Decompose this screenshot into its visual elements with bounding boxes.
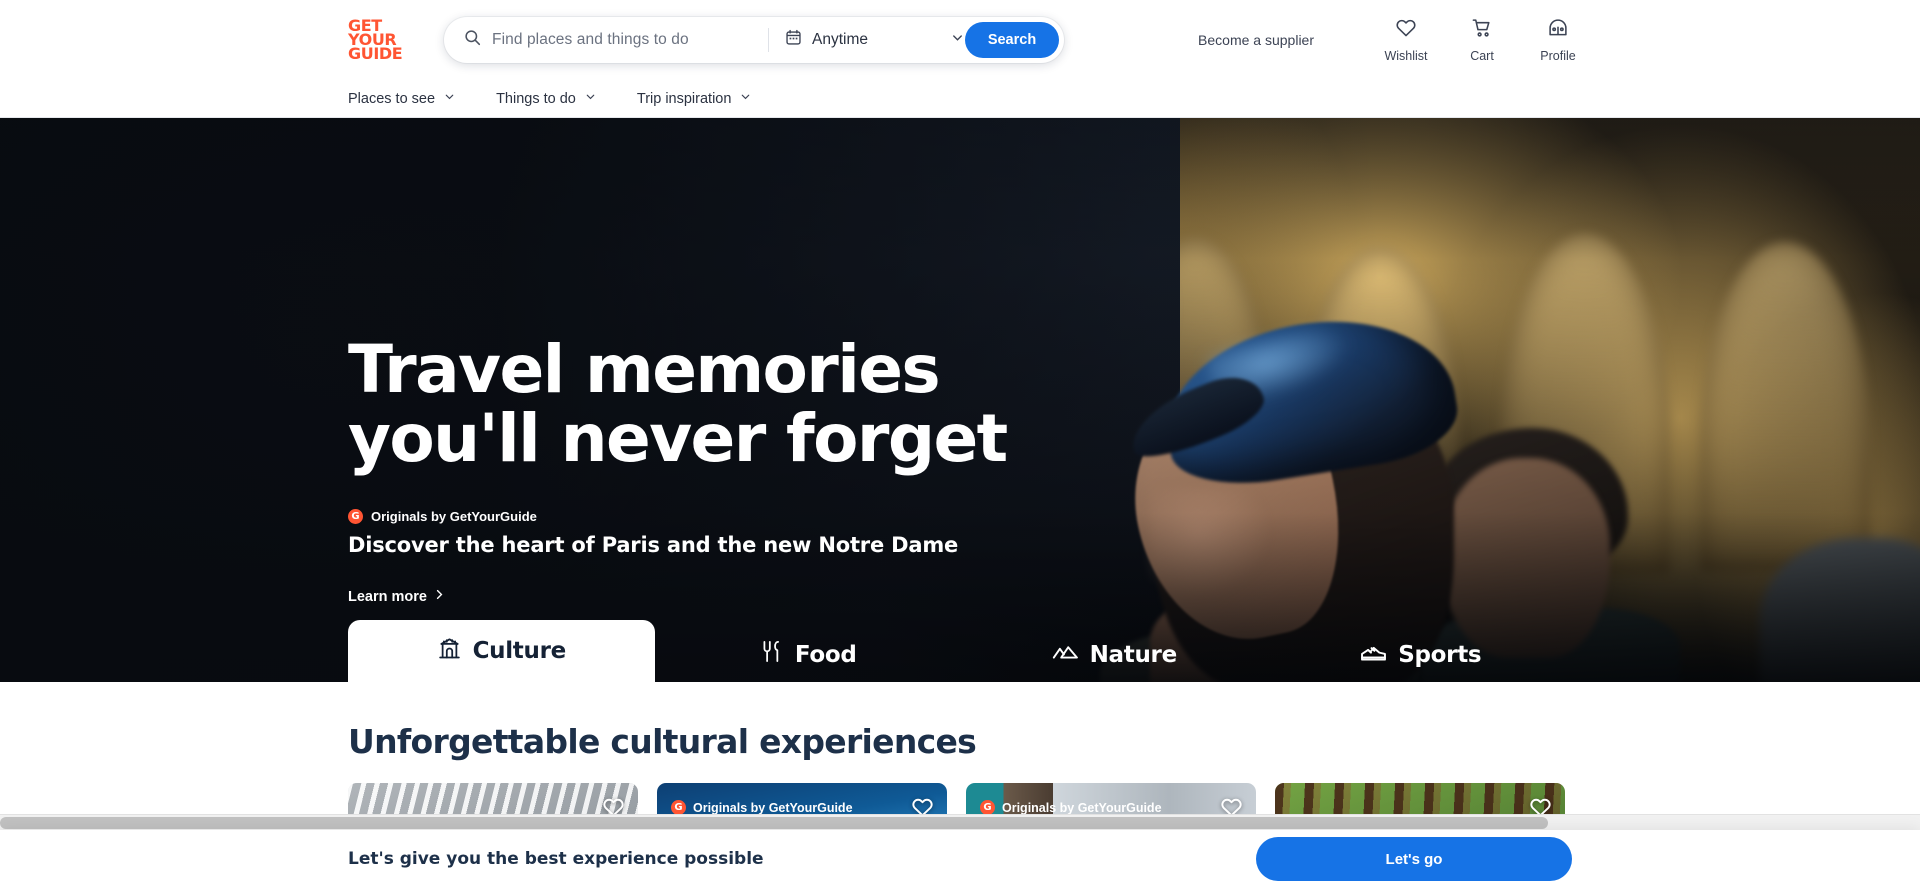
monument-icon bbox=[437, 636, 462, 667]
tab-food[interactable]: Food bbox=[655, 627, 962, 682]
nav-item-places-to-see[interactable]: Places to see bbox=[348, 90, 456, 107]
profile-label: Profile bbox=[1540, 49, 1576, 63]
originals-badge-label: Originals by GetYourGuide bbox=[371, 509, 537, 525]
profile-button[interactable]: Profile bbox=[1520, 17, 1596, 63]
cutlery-icon bbox=[759, 639, 784, 670]
search-input[interactable]: Find places and things to do bbox=[444, 17, 768, 63]
tab-label: Nature bbox=[1089, 641, 1178, 668]
nav-label: Places to see bbox=[348, 90, 436, 107]
sneaker-icon bbox=[1360, 638, 1387, 671]
tab-sports[interactable]: Sports bbox=[1268, 627, 1575, 682]
g-mark-icon: G bbox=[348, 509, 363, 525]
chevron-down-icon bbox=[443, 90, 456, 107]
header-actions: Become a supplier Wishlist Cart Profile bbox=[1198, 17, 1920, 63]
horizontal-scrollbar[interactable] bbox=[0, 814, 1920, 830]
date-value: Anytime bbox=[812, 31, 868, 48]
hero-content: Travel memories you'll never forget G Or… bbox=[348, 331, 1008, 606]
nav-item-trip-inspiration[interactable]: Trip inspiration bbox=[637, 90, 753, 107]
tab-label: Food bbox=[794, 641, 857, 668]
wishlist-label: Wishlist bbox=[1384, 49, 1428, 63]
originals-badge: G Originals by GetYourGuide bbox=[348, 509, 1007, 525]
tab-culture[interactable]: Culture bbox=[348, 620, 655, 682]
getyourguide-logo[interactable]: GET YOUR GUIDE bbox=[348, 17, 410, 64]
nav-label: Trip inspiration bbox=[636, 90, 732, 107]
nav-label: Things to do bbox=[496, 90, 576, 107]
chevron-right-icon bbox=[433, 588, 446, 605]
date-picker[interactable]: Anytime bbox=[769, 17, 965, 63]
card-badge-label: Originals by GetYourGuide bbox=[1002, 800, 1162, 815]
mountains-icon bbox=[1052, 638, 1079, 671]
card-originals-badge: G Originals by GetYourGuide bbox=[980, 800, 1162, 815]
learn-more-link[interactable]: Learn more bbox=[348, 588, 446, 605]
card-badge-label: Originals by GetYourGuide bbox=[693, 800, 853, 815]
hero-title: Travel memories you'll never forget bbox=[348, 331, 1008, 477]
heart-icon bbox=[1395, 17, 1417, 44]
chevron-down-icon bbox=[950, 30, 965, 50]
g-mark-icon: G bbox=[671, 800, 686, 815]
tab-label: Culture bbox=[472, 638, 567, 664]
profile-icon bbox=[1547, 17, 1569, 44]
search-bar: Find places and things to do Anytime Sea… bbox=[444, 17, 1064, 63]
cart-label: Cart bbox=[1470, 49, 1494, 63]
hero-title-line-2: you'll never forget bbox=[348, 399, 1008, 477]
tab-label: Sports bbox=[1398, 641, 1482, 668]
logo-line-3: GUIDE bbox=[348, 44, 403, 64]
g-mark-icon: G bbox=[980, 800, 995, 815]
site-header: GET YOUR GUIDE Find places and things to… bbox=[0, 0, 1920, 80]
hero-banner: Travel memories you'll never forget G Or… bbox=[0, 118, 1920, 682]
hero-title-line-1: Travel memories bbox=[348, 331, 941, 408]
main-nav: Places to see Things to do Trip inspirat… bbox=[0, 80, 1920, 118]
cookie-consent-banner: Let's give you the best experience possi… bbox=[0, 830, 1920, 888]
consent-message: Let's give you the best experience possi… bbox=[348, 849, 764, 869]
search-button[interactable]: Search bbox=[965, 22, 1059, 58]
chevron-down-icon bbox=[739, 90, 752, 107]
hero-subtitle: Discover the heart of Paris and the new … bbox=[348, 533, 959, 558]
nav-item-things-to-do[interactable]: Things to do bbox=[496, 90, 597, 107]
category-tabs: Culture Food Nature Sports bbox=[348, 620, 1574, 682]
card-originals-badge: G Originals by GetYourGuide bbox=[671, 800, 853, 815]
cart-button[interactable]: Cart bbox=[1444, 17, 1520, 63]
wishlist-button[interactable]: Wishlist bbox=[1368, 17, 1444, 63]
section-title: Unforgettable cultural experiences bbox=[348, 722, 977, 761]
calendar-icon bbox=[785, 29, 802, 51]
chevron-down-icon bbox=[584, 90, 597, 107]
learn-more-label: Learn more bbox=[348, 588, 427, 605]
search-placeholder: Find places and things to do bbox=[492, 31, 689, 48]
search-icon bbox=[464, 29, 481, 51]
tab-nature[interactable]: Nature bbox=[961, 627, 1268, 682]
page-root: GET YOUR GUIDE Find places and things to… bbox=[0, 0, 1920, 888]
scrollbar-thumb[interactable] bbox=[0, 817, 1548, 829]
become-a-supplier-link[interactable]: Become a supplier bbox=[1198, 32, 1314, 48]
cart-icon bbox=[1471, 17, 1493, 44]
consent-accept-button[interactable]: Let's go bbox=[1256, 837, 1572, 881]
